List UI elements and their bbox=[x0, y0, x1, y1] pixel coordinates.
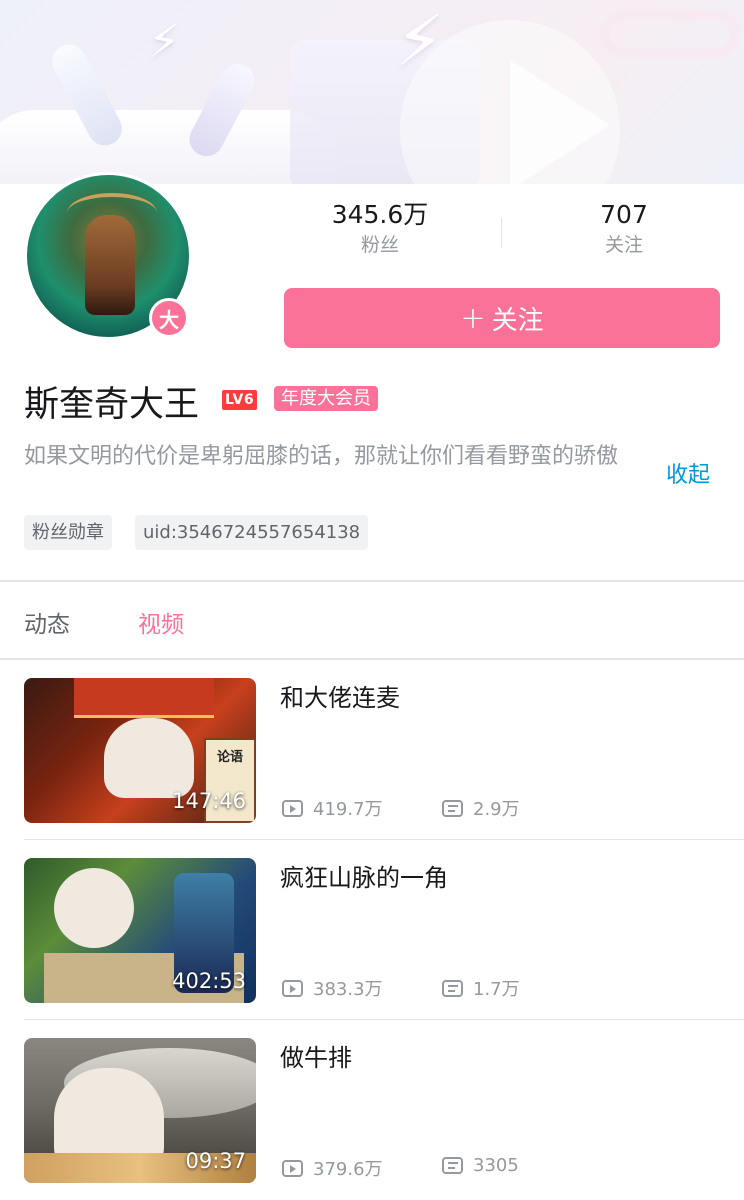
video-thumbnail[interactable]: 09:37 bbox=[24, 1038, 256, 1183]
play-count-icon bbox=[282, 979, 303, 997]
danmaku-count: 2.9万 bbox=[442, 795, 520, 821]
tab-dynamic[interactable]: 动态 bbox=[24, 605, 70, 639]
level-badge[interactable]: LV6 bbox=[222, 390, 258, 410]
danmaku-count-icon bbox=[442, 1157, 463, 1174]
lightning-icon: ⚡ bbox=[148, 14, 181, 68]
video-duration: 402:53 bbox=[172, 969, 246, 993]
thumb-art bbox=[54, 868, 134, 948]
avatar-badge: 大 bbox=[149, 298, 189, 338]
danmaku-count-icon bbox=[442, 799, 463, 817]
vip-badge[interactable]: 年度大会员 bbox=[274, 386, 378, 411]
fans-label: 粉丝 bbox=[360, 234, 399, 256]
fans-stat[interactable]: 345.6万 粉丝 bbox=[280, 200, 480, 260]
video-thumbnail[interactable]: 402:53 bbox=[24, 858, 256, 1003]
danmaku-count-value: 1.7万 bbox=[473, 979, 520, 1000]
lightning-icon: ⚡ bbox=[395, 0, 445, 82]
stat-divider bbox=[501, 218, 502, 248]
fans-count: 345.6万 bbox=[331, 200, 429, 229]
video-duration: 09:37 bbox=[185, 1149, 246, 1173]
user-signature: 如果文明的代价是卑躬屈膝的话，那就让你们看看野蛮的骄傲 bbox=[24, 444, 619, 469]
thumb-text: 论语 bbox=[216, 750, 243, 765]
banner-decor bbox=[600, 10, 740, 58]
play-count-icon bbox=[282, 799, 303, 817]
play-count-value: 379.6万 bbox=[313, 1159, 383, 1180]
divider bbox=[0, 580, 744, 582]
video-title[interactable]: 疯狂山脉的一角 bbox=[280, 858, 448, 893]
following-count: 707 bbox=[600, 200, 648, 229]
following-label: 关注 bbox=[604, 234, 643, 256]
follow-button[interactable]: + 关注 bbox=[284, 288, 720, 348]
danmaku-count-icon bbox=[442, 979, 463, 997]
banner-decor bbox=[510, 60, 610, 184]
danmaku-count-value: 2.9万 bbox=[473, 799, 520, 820]
video-item[interactable]: 09:37 做牛排 379.6万 3305 bbox=[0, 1020, 744, 1200]
play-count: 383.3万 bbox=[282, 975, 383, 1001]
video-item[interactable]: 论语 147:46 和大佬连麦 419.7万 2.9万 bbox=[0, 660, 744, 840]
play-count-value: 383.3万 bbox=[313, 979, 383, 1000]
fan-medal-tag[interactable]: 粉丝勋章 bbox=[24, 515, 112, 550]
danmaku-count: 1.7万 bbox=[442, 975, 520, 1001]
tab-video[interactable]: 视频 bbox=[138, 605, 184, 639]
profile-banner: ⚡ ⚡ bbox=[0, 0, 744, 184]
video-item[interactable]: 402:53 疯狂山脉的一角 383.3万 1.7万 bbox=[0, 840, 744, 1020]
banner-decor bbox=[0, 110, 340, 184]
user-name: 斯奎奇大王 bbox=[24, 385, 200, 425]
play-count-value: 419.7万 bbox=[313, 799, 383, 820]
collapse-button[interactable]: 收起 bbox=[666, 457, 710, 489]
video-duration: 147:46 bbox=[172, 789, 246, 813]
danmaku-count-value: 3305 bbox=[473, 1155, 519, 1176]
play-count: 419.7万 bbox=[282, 795, 383, 821]
plus-icon: + bbox=[460, 300, 486, 336]
avatar-art bbox=[85, 215, 135, 315]
thumb-art bbox=[74, 678, 214, 718]
following-stat[interactable]: 707 关注 bbox=[524, 200, 724, 260]
danmaku-count: 3305 bbox=[442, 1155, 519, 1176]
video-title[interactable]: 做牛排 bbox=[280, 1038, 352, 1073]
video-thumbnail[interactable]: 论语 147:46 bbox=[24, 678, 256, 823]
video-title[interactable]: 和大佬连麦 bbox=[280, 678, 400, 713]
follow-button-label: 关注 bbox=[491, 305, 544, 336]
play-count: 379.6万 bbox=[282, 1155, 383, 1181]
thumb-art bbox=[104, 718, 194, 798]
uid-tag[interactable]: uid:3546724557654138 bbox=[135, 515, 369, 550]
play-count-icon bbox=[282, 1159, 303, 1177]
